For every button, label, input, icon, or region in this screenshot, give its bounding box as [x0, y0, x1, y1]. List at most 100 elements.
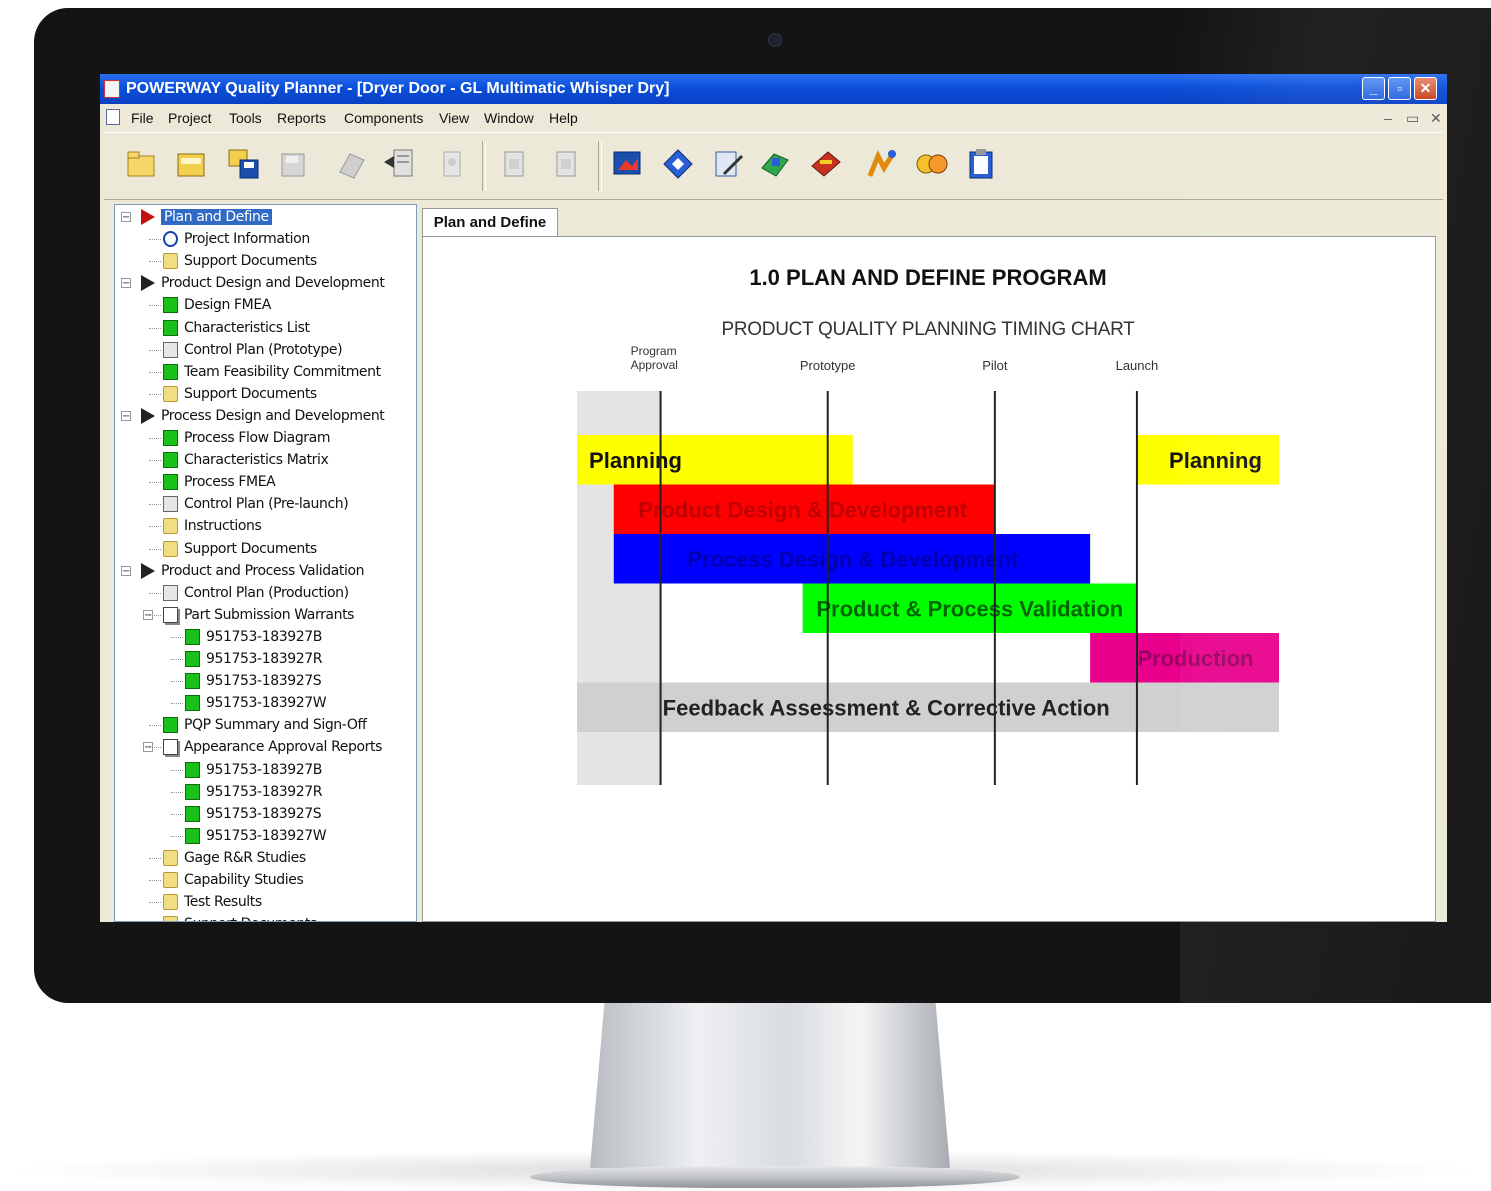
arrow-icon — [141, 407, 155, 424]
tree-item[interactable]: 951753-183927B — [185, 760, 322, 780]
tree-connector — [171, 659, 183, 660]
tree-item[interactable]: 951753-183927R — [185, 782, 322, 802]
document-disabled-icon[interactable] — [548, 146, 584, 182]
mdi-minimize-icon[interactable]: – — [1384, 105, 1392, 131]
tree-item[interactable]: Control Plan (Pre-launch) — [163, 494, 349, 514]
tree-item[interactable]: Characteristics List — [163, 318, 310, 338]
menu-tools[interactable]: Tools — [229, 105, 262, 131]
edit-document-icon[interactable] — [710, 146, 746, 182]
tree-item[interactable]: Project Information — [163, 229, 310, 249]
tree-item[interactable]: Team Feasibility Commitment — [163, 362, 381, 382]
green-doc-icon — [163, 363, 178, 380]
tree-item-label: Support Documents — [184, 916, 317, 921]
tree-item[interactable]: Process Flow Diagram — [163, 428, 330, 448]
tree-item[interactable]: Appearance Approval Reports — [163, 737, 382, 757]
green-doc-icon — [163, 297, 178, 314]
tree-item[interactable]: 951753-183927S — [185, 804, 322, 824]
tree-item-label: Team Feasibility Commitment — [184, 363, 381, 380]
tree-connector — [149, 504, 161, 506]
arrow-icon — [141, 275, 155, 292]
clipboard-icon[interactable] — [964, 146, 1000, 182]
tree-item[interactable]: Test Results — [163, 892, 262, 912]
document-icon[interactable] — [106, 109, 120, 125]
menu-project[interactable]: Project — [168, 105, 212, 131]
mdi-close-icon[interactable]: ✕ — [1430, 105, 1442, 131]
pane-edge — [1436, 236, 1441, 922]
tree-item[interactable]: Gage R&R Studies — [163, 848, 306, 868]
green-doc-icon — [185, 783, 200, 800]
tree-item[interactable]: Product and Process Validation — [141, 561, 364, 581]
content-pane: Plan and Define 1.0 PLAN AND DEFINE PROG… — [419, 204, 1441, 922]
tree-item[interactable]: Instructions — [163, 516, 262, 536]
tree-connector — [149, 857, 161, 859]
tree-connector — [149, 371, 161, 373]
mdi-restore-icon[interactable]: ▭ — [1406, 105, 1419, 131]
tree-expander[interactable]: − — [121, 565, 131, 576]
minimize-button[interactable]: _ — [1362, 77, 1385, 100]
tree-item[interactable]: Design FMEA — [163, 295, 271, 315]
new-folder-icon[interactable] — [124, 146, 160, 182]
gantt-bar-label: Process Design & Development — [687, 547, 1019, 572]
tree-item[interactable]: Part Submission Warrants — [163, 605, 354, 625]
check-icon[interactable] — [864, 146, 900, 182]
tab-plan-and-define[interactable]: Plan and Define — [422, 208, 558, 236]
tree-expander[interactable]: − — [121, 212, 131, 223]
tree-item[interactable]: 951753-183927W — [185, 826, 327, 846]
tree-item[interactable]: Support Documents — [163, 384, 317, 404]
webcam — [768, 33, 782, 47]
tree-item[interactable]: 951753-183927R — [185, 649, 322, 669]
tools-disabled-icon[interactable] — [434, 146, 470, 182]
tree-item[interactable]: PQP Summary and Sign-Off — [163, 715, 367, 735]
copy-save-icon[interactable] — [226, 146, 262, 182]
handshake-icon[interactable] — [914, 146, 950, 182]
tree-item[interactable]: 951753-183927B — [185, 627, 322, 647]
tree-item[interactable]: Process Design and Development — [141, 406, 385, 426]
milestone-label: Launch — [1116, 358, 1159, 373]
tree-connector — [171, 791, 183, 793]
menu-view[interactable]: View — [439, 105, 469, 131]
design-icon[interactable] — [758, 146, 794, 182]
menu-components[interactable]: Components — [344, 105, 423, 131]
tree-expander[interactable]: − — [121, 278, 131, 289]
tree-item[interactable]: Characteristics Matrix — [163, 450, 329, 470]
menu-file[interactable]: File — [131, 105, 154, 131]
document-disabled-icon[interactable] — [496, 146, 532, 182]
tree-item-label: PQP Summary and Sign-Off — [184, 717, 367, 734]
title-bar[interactable]: POWERWAY Quality Planner - [Dryer Door -… — [100, 74, 1447, 104]
tree-item[interactable]: 951753-183927S — [185, 671, 322, 691]
tree-item[interactable]: Plan and Define — [141, 207, 272, 227]
tree-item[interactable]: Support Documents — [163, 251, 317, 271]
menu-reports[interactable]: Reports — [277, 105, 326, 131]
tree-item[interactable]: Process FMEA — [163, 472, 276, 492]
tree-connector — [149, 482, 161, 484]
report-icon[interactable] — [610, 146, 646, 182]
tree-expander[interactable]: − — [121, 410, 131, 421]
info-icon — [163, 231, 178, 248]
tree-item[interactable]: 951753-183927W — [185, 693, 327, 713]
menu-help[interactable]: Help — [549, 105, 578, 131]
tree-item[interactable]: Capability Studies — [163, 870, 304, 890]
tree-item-label: 951753-183927B — [206, 761, 322, 778]
tree-item-label: Appearance Approval Reports — [184, 739, 382, 756]
tree-item[interactable]: Product Design and Development — [141, 273, 385, 293]
tree-item[interactable]: Support Documents — [163, 539, 317, 559]
tree-connector — [149, 239, 161, 241]
save-disabled-icon[interactable] — [276, 146, 312, 182]
app-icon[interactable] — [104, 80, 120, 98]
multi-doc-icon — [163, 739, 178, 756]
close-button[interactable]: ✕ — [1414, 77, 1437, 100]
menu-window[interactable]: Window — [484, 105, 534, 131]
open-folder-icon[interactable] — [174, 146, 210, 182]
import-icon[interactable] — [382, 146, 418, 182]
tree-item-label: Support Documents — [184, 385, 317, 402]
tree-item[interactable]: Support Documents — [163, 914, 317, 921]
project-tree[interactable]: Plan and Define − Project Information Suppo… — [114, 204, 417, 922]
tools-icon[interactable] — [808, 146, 844, 182]
tree-item[interactable]: Control Plan (Production) — [163, 583, 349, 603]
tree-connector — [171, 769, 183, 771]
maximize-button[interactable]: ▫ — [1388, 77, 1411, 100]
tree-item[interactable]: Control Plan (Prototype) — [163, 340, 343, 360]
print-disabled-icon[interactable] — [334, 146, 370, 182]
process-flow-icon[interactable] — [660, 146, 696, 182]
tree-item-label: 951753-183927W — [206, 827, 327, 844]
